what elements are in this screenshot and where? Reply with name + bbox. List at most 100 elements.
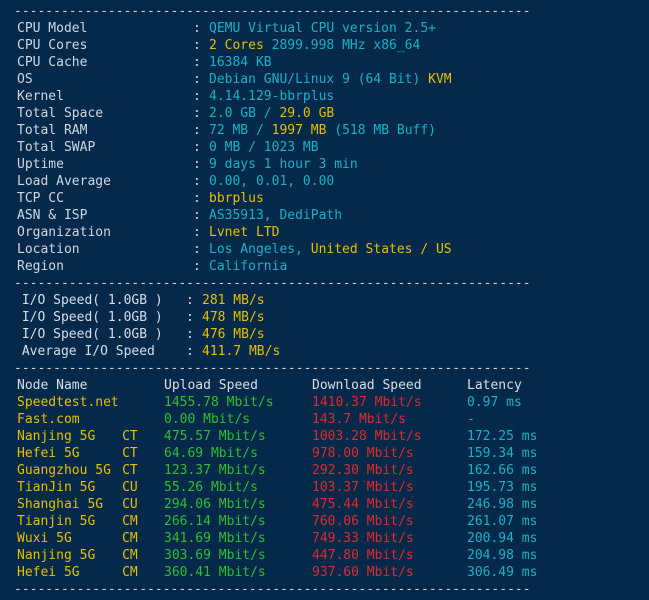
cell-node-name: Speedtest.net [17,394,164,411]
cell-node-name: Hefei 5G CT [17,445,164,462]
header-upload-speed: Upload Speed [164,378,258,393]
system-info-colon: : [193,242,209,257]
system-info-row: Kernel: 4.14.129-bbrplus [0,88,649,105]
cell-download-speed: 1410.37 Mbit/s [312,395,422,410]
node-name-text: Hefei 5G [17,446,80,461]
system-info-value: QEMU Virtual CPU version 2.5+ [209,21,436,36]
cell-latency: 246.98 ms [467,497,538,512]
cell-latency: 159.34 ms [467,446,538,461]
system-info-value: 4.14.129-bbrplus [209,89,335,104]
table-row: Speedtest.net 1455.78 Mbit/s 1410.37 Mbit/… [0,394,649,411]
cell-latency: 261.07 ms [467,514,538,529]
io-speed-block: I/O Speed( 1.0GB ): 281 MB/s I/O Speed( … [0,292,649,360]
cell-upload-speed: 475.57 Mbit/s [164,429,266,444]
io-speed-value: 281 MB/s [202,293,265,308]
system-info-label: OS [17,72,33,87]
system-info-row: CPU Cores: 2 Cores 2899.998 MHz x86_64 [0,37,649,54]
system-info-value: 16384 KB [209,55,272,70]
cell-download-speed: 447.80 Mbit/s [312,548,414,563]
cell-latency: 204.98 ms [467,548,538,563]
system-info-row: TCP CC: bbrplus [0,190,649,207]
system-info-block: CPU Model: QEMU Virtual CPU version 2.5+… [0,20,649,275]
system-info-value: 0.00, 0.01, 0.00 [209,174,335,189]
cell-download-speed: 760.06 Mbit/s [312,514,414,529]
table-row: Tianjin 5G CM 266.14 Mbit/s 760.06 Mbit/s 26… [0,513,649,530]
system-info-value-highlight: United States / US [310,242,452,257]
system-info-colon: : [193,106,209,121]
io-speed-label: I/O Speed( 1.0GB ) [14,293,163,308]
cell-node-name: Fast.com [17,411,164,428]
system-info-colon: : [193,157,209,172]
cell-node-name: Shanghai 5G CU [17,496,164,513]
io-speed-label: I/O Speed( 1.0GB ) [14,310,163,325]
system-info-colon: : [193,208,209,223]
cell-latency: 172.25 ms [467,429,538,444]
cell-node-name: Guangzhou 5G CT [17,462,164,479]
node-name-text: Fast.com [17,412,80,427]
system-info-colon: : [193,225,209,240]
io-speed-value: 478 MB/s [202,310,265,325]
cell-isp: CM [122,565,138,580]
system-info-value: AS35913, DediPath [209,208,343,223]
separator-top: ----------------------------------------… [14,4,531,19]
io-speed-row: I/O Speed( 1.0GB ): 281 MB/s [0,292,649,309]
cell-latency: 200.94 ms [467,531,538,546]
cell-isp: CT [122,446,138,461]
cell-download-speed: 103.37 Mbit/s [312,480,414,495]
cell-upload-speed: 55.26 Mbit/s [164,480,258,495]
cell-upload-speed: 360.41 Mbit/s [164,565,266,580]
cell-upload-speed: 1455.78 Mbit/s [164,395,274,410]
separator-after-sysinfo: ----------------------------------------… [14,276,531,291]
node-name-text: Tianjin 5G [17,514,96,529]
io-speed-row: I/O Speed( 1.0GB ): 478 MB/s [0,309,649,326]
system-info-label: ASN & ISP [17,208,88,223]
system-info-value-extra: 2899.998 MHz x86_64 [263,38,421,53]
table-row: Hefei 5G CM 360.41 Mbit/s 937.60 Mbit/s 306.… [0,564,649,581]
system-info-label: Kernel [17,89,64,104]
table-row: Wuxi 5G CM 341.69 Mbit/s 749.33 Mbit/s 200.9… [0,530,649,547]
header-latency: Latency [467,378,522,393]
separator-bottom: ----------------------------------------… [14,582,531,597]
io-speed-colon: : [186,327,202,342]
system-info-colon: : [193,140,209,155]
table-row: Guangzhou 5G CT 123.37 Mbit/s 292.30 Mbit/s… [0,462,649,479]
system-info-value: Los Angeles, [209,242,311,257]
cell-download-speed: 292.30 Mbit/s [312,463,414,478]
cell-upload-speed: 341.69 Mbit/s [164,531,266,546]
system-info-value: Debian GNU/Linux 9 (64 Bit) [209,72,429,87]
node-name-text: Wuxi 5G [17,531,72,546]
cell-isp: CM [122,548,138,563]
system-info-label: Region [17,259,64,274]
system-info-row: Total RAM: 72 MB / 1997 MB (518 MB Buff) [0,122,649,139]
system-info-value: 72 MB / [209,123,272,138]
cell-upload-speed: 294.06 Mbit/s [164,497,266,512]
cell-latency: 306.49 ms [467,565,538,580]
system-info-colon: : [193,174,209,189]
cell-upload-speed: 123.37 Mbit/s [164,463,266,478]
cell-download-speed: 1003.28 Mbit/s [312,429,422,444]
cell-node-name: TianJin 5G CU [17,479,164,496]
system-info-value-extra: (518 MB Buff) [326,123,436,138]
cell-upload-speed: 266.14 Mbit/s [164,514,266,529]
cell-isp: CT [122,463,138,478]
separator-after-io: ----------------------------------------… [14,361,531,376]
system-info-value: 0 MB / 1023 MB [209,140,319,155]
table-row: Shanghai 5G CU 294.06 Mbit/s 475.44 Mbit/s 2… [0,496,649,513]
system-info-label: Uptime [17,157,64,172]
io-speed-value: 411.7 MB/s [202,344,281,359]
system-info-label: Total SWAP [17,140,96,155]
system-info-colon: : [193,123,209,138]
io-speed-label: I/O Speed( 1.0GB ) [14,327,163,342]
node-name-text: Nanjing 5G [17,429,96,444]
node-name-text: Shanghai 5G [17,497,104,512]
cell-download-speed: 143.7 Mbit/s [312,412,406,427]
cell-latency: 162.66 ms [467,463,538,478]
system-info-label: CPU Model [17,21,88,36]
system-info-row: Load Average: 0.00, 0.01, 0.00 [0,173,649,190]
table-row: Hefei 5G CT 64.69 Mbit/s 978.00 Mbit/s 159.3… [0,445,649,462]
system-info-row: Location: Los Angeles, United States / U… [0,241,649,258]
speedtest-table-body: Speedtest.net 1455.78 Mbit/s 1410.37 Mbit/… [0,394,649,581]
table-row: Nanjing 5G CM 303.69 Mbit/s 447.80 Mbit/s 20… [0,547,649,564]
cell-latency: 195.73 ms [467,480,538,495]
cell-node-name: Hefei 5G CM [17,564,164,581]
